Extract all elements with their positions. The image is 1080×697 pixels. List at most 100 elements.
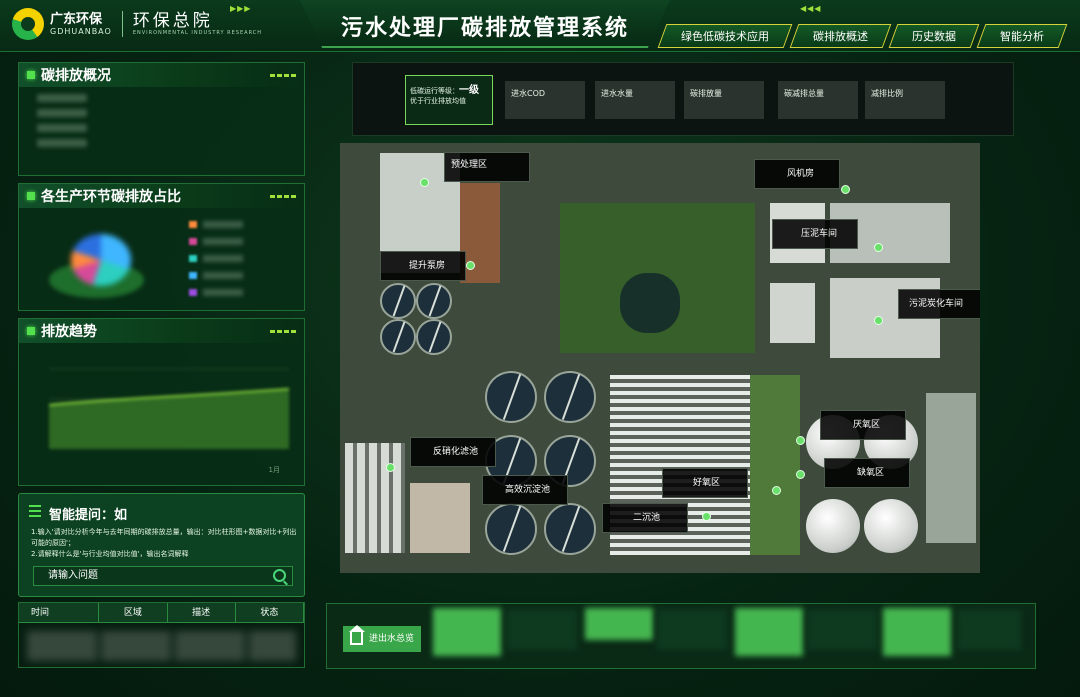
question-placeholder: 请输入问题: [48, 570, 98, 581]
trend-x-label: 1月: [268, 466, 280, 474]
level-note: 优于行业排放均值: [410, 97, 466, 105]
level-label: 低碳运行等级：: [410, 87, 459, 95]
overview-title: 碳排放概况: [41, 68, 111, 84]
map-label-press[interactable]: 压泥车间: [772, 219, 858, 249]
table-header: 时间 区域 描述 状态: [19, 603, 304, 623]
blurred-card: [507, 610, 577, 650]
map-label-denitri[interactable]: 反硝化滤池: [410, 437, 496, 467]
tank: [380, 319, 416, 355]
trend-area-chart: [49, 368, 289, 449]
location-pin-icon[interactable]: [702, 512, 711, 521]
ask-tip-1: 1.输入'请对比分析今年与去年同期的碳排放总量，输出：对比柱形图+数据对比+列出…: [31, 528, 297, 547]
location-pin-icon[interactable]: [841, 185, 850, 194]
digester-dome: [806, 499, 860, 553]
location-pin-icon[interactable]: [466, 261, 475, 270]
map-label-anaerobic[interactable]: 厌氧区: [820, 410, 906, 440]
map-label-blower[interactable]: 风机房: [754, 159, 840, 189]
legend-item: [189, 284, 243, 301]
blurred-card: [735, 608, 803, 656]
nav-smart-analysis[interactable]: 智能分析: [976, 24, 1068, 48]
header-bars-icon: [270, 329, 296, 333]
legend-item: [189, 216, 243, 233]
search-icon[interactable]: [273, 569, 286, 582]
blurred-card: [585, 608, 653, 640]
square-bullet-icon: [27, 192, 35, 200]
blurred-value: [37, 94, 87, 102]
blurred-value: [37, 139, 87, 147]
metrics-bar: 低碳运行等级：一级 优于行业排放均值 进水COD 进水水量 碳排放量 碳减排总量…: [352, 62, 1014, 136]
bottom-overview-bar: 进出水总览: [326, 603, 1036, 669]
brand-subtitle: ENVIRONMENTAL INDUSTRY RESEARCH: [132, 30, 263, 36]
blurred-card: [883, 608, 951, 656]
blurred-rows: [27, 631, 296, 661]
building-filter: [410, 483, 470, 553]
nav-carbon-overview[interactable]: 碳排放概述: [789, 24, 892, 48]
header-bar: 广东环保 GDHUANBAO 环保总院 ENVIRONMENTAL INDUST…: [0, 0, 1080, 52]
building-right: [926, 393, 976, 543]
map-label-aerobic[interactable]: 好氧区: [662, 468, 748, 498]
legend-item: [189, 250, 243, 267]
col-desc: 描述: [168, 603, 236, 622]
dashboard: 广东环保 GDHUANBAO 环保总院 ENVIRONMENTAL INDUST…: [0, 0, 1080, 697]
tank: [380, 283, 416, 319]
map-label-anoxic[interactable]: 缺氧区: [824, 458, 910, 488]
metric-emission: 碳排放量: [684, 81, 764, 119]
metric-ratio: 减排比例: [865, 81, 945, 119]
blurred-card: [657, 610, 727, 650]
tank: [416, 283, 452, 319]
header-bars-icon: [270, 194, 296, 198]
share-header: 各生产环节碳排放占比: [19, 184, 304, 208]
col-status: 状态: [236, 603, 304, 622]
location-pin-icon[interactable]: [796, 470, 805, 479]
logo-text-en: GDHUANBAO: [50, 26, 112, 36]
location-pin-icon[interactable]: [772, 486, 781, 495]
blurred-card: [807, 610, 877, 650]
location-pin-icon[interactable]: [420, 178, 429, 187]
level-value: 一级: [459, 85, 479, 96]
trend-title: 排放趋势: [41, 324, 97, 340]
smart-question-panel: 智能提问：如 1.输入'请对比分析今年与去年同期的碳排放总量，输出：对比柱形图+…: [18, 493, 305, 597]
map-label-hisettle[interactable]: 高效沉淀池: [482, 475, 568, 505]
top-nav: 绿色低碳技术应用 碳排放概述 历史数据 智能分析: [657, 24, 1068, 48]
location-pin-icon[interactable]: [796, 436, 805, 445]
location-pin-icon[interactable]: [386, 463, 395, 472]
legend-item: [189, 267, 243, 284]
square-bullet-icon: [27, 71, 35, 79]
ask-tips: 1.输入'请对比分析今年与去年同期的碳排放总量，输出：对比柱形图+数据对比+列出…: [31, 527, 299, 560]
tank: [544, 503, 596, 555]
map-label-pump[interactable]: 提升泵房: [380, 251, 466, 281]
map-label-secondary[interactable]: 二沉池: [602, 503, 688, 533]
title-plate: 污水处理厂碳排放管理系统: [300, 0, 670, 48]
list-icon: [29, 505, 41, 517]
tank: [485, 503, 537, 555]
event-table: 时间 区域 描述 状态: [18, 602, 305, 668]
col-time: 时间: [19, 603, 100, 622]
inout-overview-button[interactable]: 进出水总览: [343, 625, 421, 652]
digester-dome: [864, 499, 918, 553]
location-pin-icon[interactable]: [874, 316, 883, 325]
blurred-value: [37, 109, 87, 117]
nav-green-tech[interactable]: 绿色低碳技术应用: [657, 24, 793, 48]
trend-panel: 排放趋势 1月: [18, 318, 305, 486]
col-area: 区域: [99, 603, 168, 622]
building-small: [770, 283, 815, 343]
map-label-carbon[interactable]: 污泥炭化车间: [898, 289, 980, 319]
ask-tip-2: 2.请解释什么是'与行业均值对比值'，输出名词解释: [31, 550, 189, 558]
low-carbon-level-card: 低碳运行等级：一级 优于行业排放均值: [405, 75, 493, 125]
overview-panel: 碳排放概况: [18, 62, 305, 176]
map-label-pretreat[interactable]: 预处理区: [444, 152, 530, 182]
overview-header: 碳排放概况: [19, 63, 304, 87]
pie-legend: [189, 216, 243, 301]
house-icon: [349, 625, 365, 645]
square-bullet-icon: [27, 327, 35, 335]
blurred-value: [37, 124, 87, 132]
plant-aerial-map: 预处理区 风机房 压泥车间 提升泵房 污泥炭化车间 厌氧区 反硝化滤池 缺氧区 …: [340, 143, 980, 573]
logo-text-cn: 广东环保: [50, 11, 103, 27]
question-input[interactable]: 请输入问题: [33, 566, 293, 586]
filter-building: [345, 443, 405, 553]
location-pin-icon[interactable]: [874, 243, 883, 252]
aerobic-zone: [750, 375, 800, 555]
nav-history[interactable]: 历史数据: [888, 24, 980, 48]
share-title: 各生产环节碳排放占比: [41, 189, 181, 205]
trend-header: 排放趋势: [19, 319, 304, 343]
